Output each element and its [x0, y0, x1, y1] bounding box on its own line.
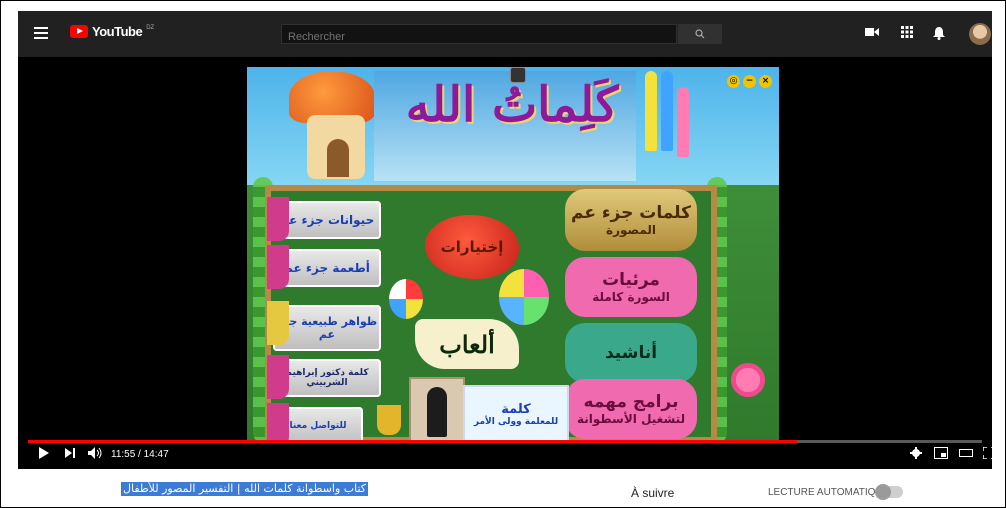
- settings-gear-icon[interactable]: [910, 447, 922, 462]
- kalima-subtitle: للمعلمة وولى الأمر: [473, 416, 559, 427]
- menu-item-label: حيوانات جزء عم: [279, 213, 375, 227]
- mushroom-house-door: [327, 139, 349, 177]
- portrait-image: [409, 377, 465, 443]
- menu-item-label: للتواصل معنا: [289, 421, 347, 431]
- notifications-bell-icon[interactable]: [933, 26, 945, 44]
- video-title: كتاب واسطوانة كلمات الله | التفسير المصو…: [121, 482, 369, 496]
- beach-ball-small: [389, 279, 423, 319]
- toggle-knob: [875, 484, 891, 500]
- menu-item-title: أناشيد: [604, 343, 658, 363]
- menu-item-animals[interactable]: حيوانات جزء عم: [267, 197, 381, 241]
- app-close-icon[interactable]: ×: [759, 75, 772, 88]
- apps-grid-icon[interactable]: [901, 26, 913, 42]
- bookmark-tag: [267, 355, 289, 399]
- bookmark-tag: [267, 197, 289, 241]
- trophy-icon: [377, 405, 401, 435]
- play-icon[interactable]: [38, 447, 50, 462]
- create-video-icon[interactable]: [865, 26, 879, 42]
- progress-bar-played: [28, 440, 797, 443]
- menu-item-label: كلمة دكتور إبراهيم الشربيني: [285, 368, 369, 388]
- menu-item-title: كلمات جزء عم: [571, 203, 691, 223]
- menu-item-foods[interactable]: أطعمة جزء عم: [267, 245, 381, 289]
- youtube-logo[interactable]: YouTube DZ: [70, 24, 154, 39]
- autoplay-toggle[interactable]: [875, 484, 903, 500]
- search-box[interactable]: [281, 24, 677, 45]
- bookmark-tag: [267, 403, 289, 443]
- country-code: DZ: [146, 24, 155, 31]
- menu-item-phenomena[interactable]: ظواهر طبيعية جزء عم: [267, 301, 381, 351]
- crayon-yellow: [645, 71, 657, 151]
- miniplayer-restore-icon[interactable]: [510, 67, 526, 83]
- user-avatar[interactable]: [969, 23, 991, 45]
- menu-item-label: ظواهر طبيعية جزء عم: [276, 315, 378, 341]
- browser-frame: YouTube DZ كَلِماتُ الله: [0, 0, 1006, 508]
- miniplayer-icon[interactable]: [934, 447, 948, 462]
- youtube-play-icon: [70, 25, 88, 38]
- autoplay-label: LECTURE AUTOMATIQUE: [768, 487, 890, 498]
- app-minimize-icon[interactable]: −: [743, 75, 756, 88]
- search-icon: [695, 29, 705, 39]
- menu-item-songs[interactable]: أناشيد: [565, 323, 697, 383]
- menu-item-illustrated-words[interactable]: كلمات جزء عم المصورة: [565, 189, 697, 251]
- kalima-title: كلمة: [501, 401, 531, 417]
- menu-item-subtitle: السورة كاملة: [592, 290, 670, 304]
- menu-item-programs[interactable]: برامج مهمه لتشغيل الأسطوانة: [565, 379, 697, 439]
- menu-item-videos[interactable]: مرئيات السورة كاملة: [565, 257, 697, 317]
- menu-item-subtitle: لتشغيل الأسطوانة: [576, 412, 686, 426]
- search-input[interactable]: [282, 29, 674, 45]
- crayon-blue: [661, 71, 673, 151]
- volume-icon[interactable]: [88, 447, 104, 462]
- app-title: كَلِماتُ الله: [405, 77, 619, 133]
- progress-bar[interactable]: [28, 440, 982, 443]
- teacher-parent-word-button[interactable]: كلمة للمعلمة وولى الأمر: [463, 385, 569, 443]
- youtube-header: YouTube DZ: [18, 11, 992, 57]
- next-icon[interactable]: [64, 447, 76, 462]
- menu-item-title: مرئيات: [602, 270, 660, 290]
- menu-item-title: برامج مهمه: [583, 392, 679, 412]
- bookmark-tag: [267, 301, 289, 345]
- logo-text: YouTube: [92, 24, 143, 39]
- theater-mode-icon[interactable]: [959, 447, 973, 462]
- time-display: 11:55 / 14:47: [111, 449, 169, 460]
- beach-ball-large: [499, 269, 549, 325]
- menu-item-label: أطعمة جزء عم: [284, 261, 370, 275]
- menu-item-doctor-word[interactable]: كلمة دكتور إبراهيم الشربيني: [267, 355, 381, 399]
- menu-item-contact[interactable]: للتواصل معنا: [267, 403, 363, 443]
- fullscreen-icon[interactable]: [982, 446, 996, 462]
- bookmark-tag: [267, 245, 289, 289]
- crayon-pink: [677, 87, 689, 157]
- games-button[interactable]: ألعاب: [415, 319, 519, 369]
- video-player[interactable]: كَلِماتُ الله ◎ − × حيوانات جزء عم أطعمة…: [18, 57, 996, 469]
- options-apple-button[interactable]: إختيارات: [425, 215, 519, 279]
- app-help-icon[interactable]: ◎: [727, 75, 740, 88]
- up-next-label: À suivre: [631, 486, 675, 500]
- menu-icon[interactable]: [34, 27, 48, 39]
- video-frame[interactable]: كَلِماتُ الله ◎ − × حيوانات جزء عم أطعمة…: [247, 67, 779, 443]
- flower-decoration: [731, 363, 765, 397]
- menu-item-subtitle: المصورة: [606, 223, 657, 237]
- search-button[interactable]: [678, 24, 722, 44]
